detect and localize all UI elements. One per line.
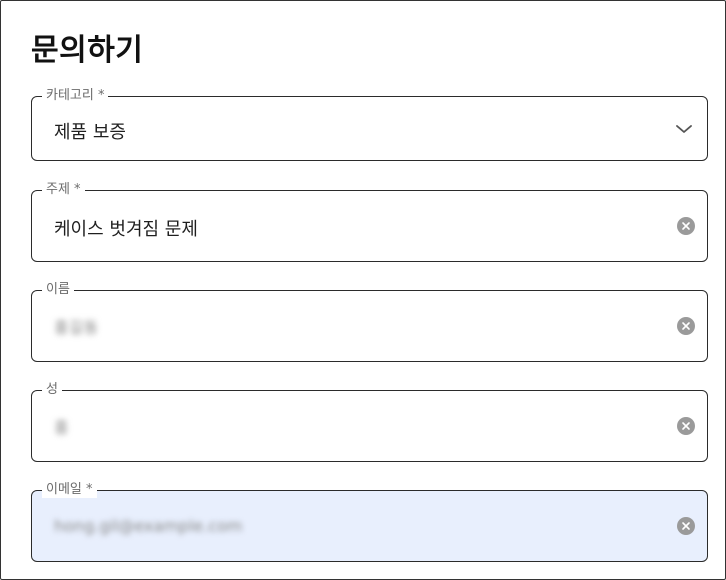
page-title: 문의하기	[31, 33, 144, 68]
first-name-field[interactable]: 이름 홍길동	[31, 282, 708, 362]
first-name-label: 이름	[42, 282, 74, 298]
email-field[interactable]: 이메일 * hong.gil@example.com	[31, 482, 708, 562]
last-name-field[interactable]: 성 홍	[31, 382, 708, 462]
subject-input[interactable]: 케이스 벗겨짐 문제	[54, 215, 198, 241]
subject-field[interactable]: 주제 * 케이스 벗겨짐 문제	[31, 182, 708, 262]
category-value: 제품 보증	[54, 122, 126, 143]
chevron-down-icon[interactable]	[675, 123, 693, 135]
clear-icon[interactable]	[677, 317, 695, 335]
email-input[interactable]: hong.gil@example.com	[54, 517, 242, 536]
clear-icon[interactable]	[677, 217, 695, 235]
subject-label: 주제 *	[42, 182, 85, 198]
clear-icon[interactable]	[677, 417, 695, 435]
email-label: 이메일 *	[42, 482, 97, 498]
clear-icon[interactable]	[677, 517, 695, 535]
first-name-input[interactable]: 홍길동	[54, 314, 98, 338]
inquiry-form-panel: 문의하기 카테고리 * 제품 보증 주제 * 케이스 벗겨짐 문제 이름 홍길동…	[0, 0, 726, 580]
last-name-input[interactable]: 홍	[54, 414, 69, 438]
category-select[interactable]: 카테고리 * 제품 보증	[31, 88, 708, 161]
last-name-label: 성	[42, 382, 62, 398]
category-label: 카테고리 *	[42, 88, 109, 104]
